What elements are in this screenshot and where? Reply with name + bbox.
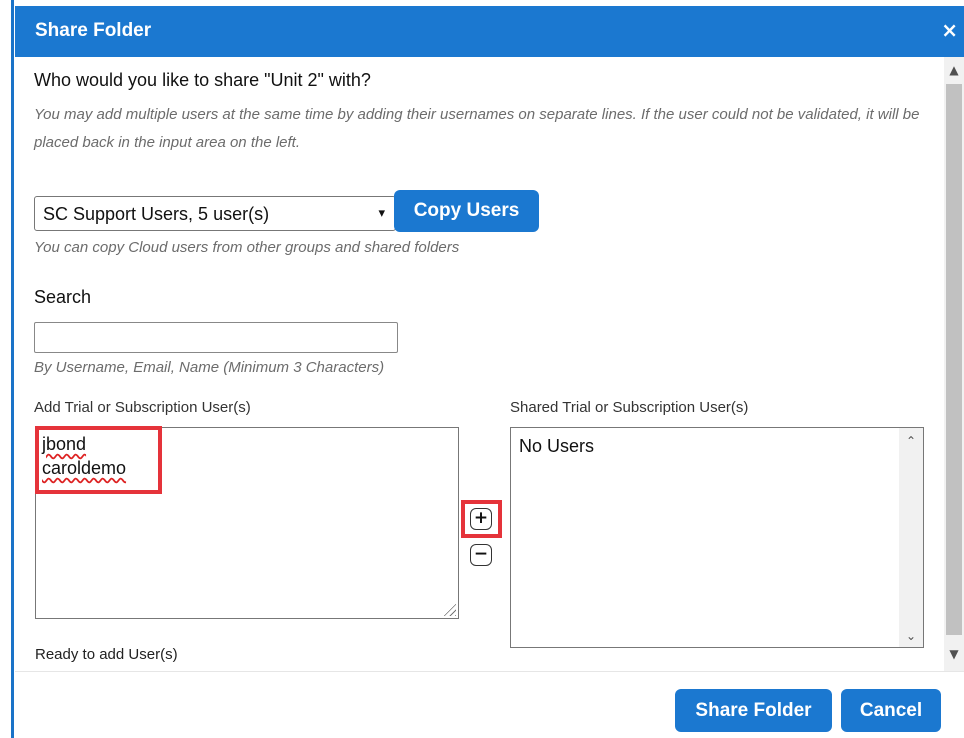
shared-users-list[interactable]: No Users ⌃ ⌄: [510, 427, 924, 648]
highlight-box-users: [35, 426, 162, 494]
shared-empty-text: No Users: [519, 436, 595, 456]
dialog-titlebar: Share Folder ×: [15, 6, 964, 57]
share-folder-dialog: Share Folder × ▲ ▼ Who would you like to…: [15, 6, 964, 738]
highlight-box-add-button: [461, 500, 502, 538]
scroll-up-icon[interactable]: ▲: [946, 61, 962, 79]
group-select[interactable]: SC Support Users, 5 user(s) ▾: [34, 196, 396, 231]
shared-list-scrollbar[interactable]: [899, 428, 923, 647]
search-help-text: By Username, Email, Name (Minimum 3 Char…: [34, 359, 385, 376]
shared-users-label: Shared Trial or Subscription User(s): [510, 399, 749, 416]
share-help-text: You may add multiple users at the same t…: [34, 106, 920, 151]
chevron-up-icon[interactable]: ⌃: [903, 434, 919, 448]
status-text: Ready to add User(s): [35, 646, 178, 663]
dialog-title: Share Folder: [35, 20, 152, 41]
add-users-label: Add Trial or Subscription User(s): [34, 399, 251, 416]
search-input[interactable]: [34, 322, 398, 353]
search-label: Search: [34, 287, 92, 307]
cancel-button[interactable]: Cancel: [841, 689, 941, 732]
remove-user-button[interactable]: −: [470, 544, 492, 566]
footer-divider: [15, 671, 964, 672]
dialog-scrollbar-thumb[interactable]: [946, 84, 962, 635]
share-question: Who would you like to share "Unit 2" wit…: [34, 70, 371, 90]
copy-users-button[interactable]: Copy Users: [394, 190, 539, 232]
left-edge: [0, 0, 15, 738]
share-folder-button[interactable]: Share Folder: [675, 689, 832, 732]
chevron-down-icon[interactable]: ⌄: [903, 629, 919, 643]
group-select-value: SC Support Users, 5 user(s): [43, 204, 270, 224]
resize-handle-icon[interactable]: [442, 602, 456, 616]
left-border-line: [11, 0, 14, 738]
close-icon[interactable]: ×: [941, 18, 958, 42]
chevron-down-icon: ▾: [378, 206, 385, 221]
copy-help-text: You can copy Cloud users from other grou…: [34, 239, 460, 256]
scroll-down-icon[interactable]: ▼: [946, 645, 962, 663]
